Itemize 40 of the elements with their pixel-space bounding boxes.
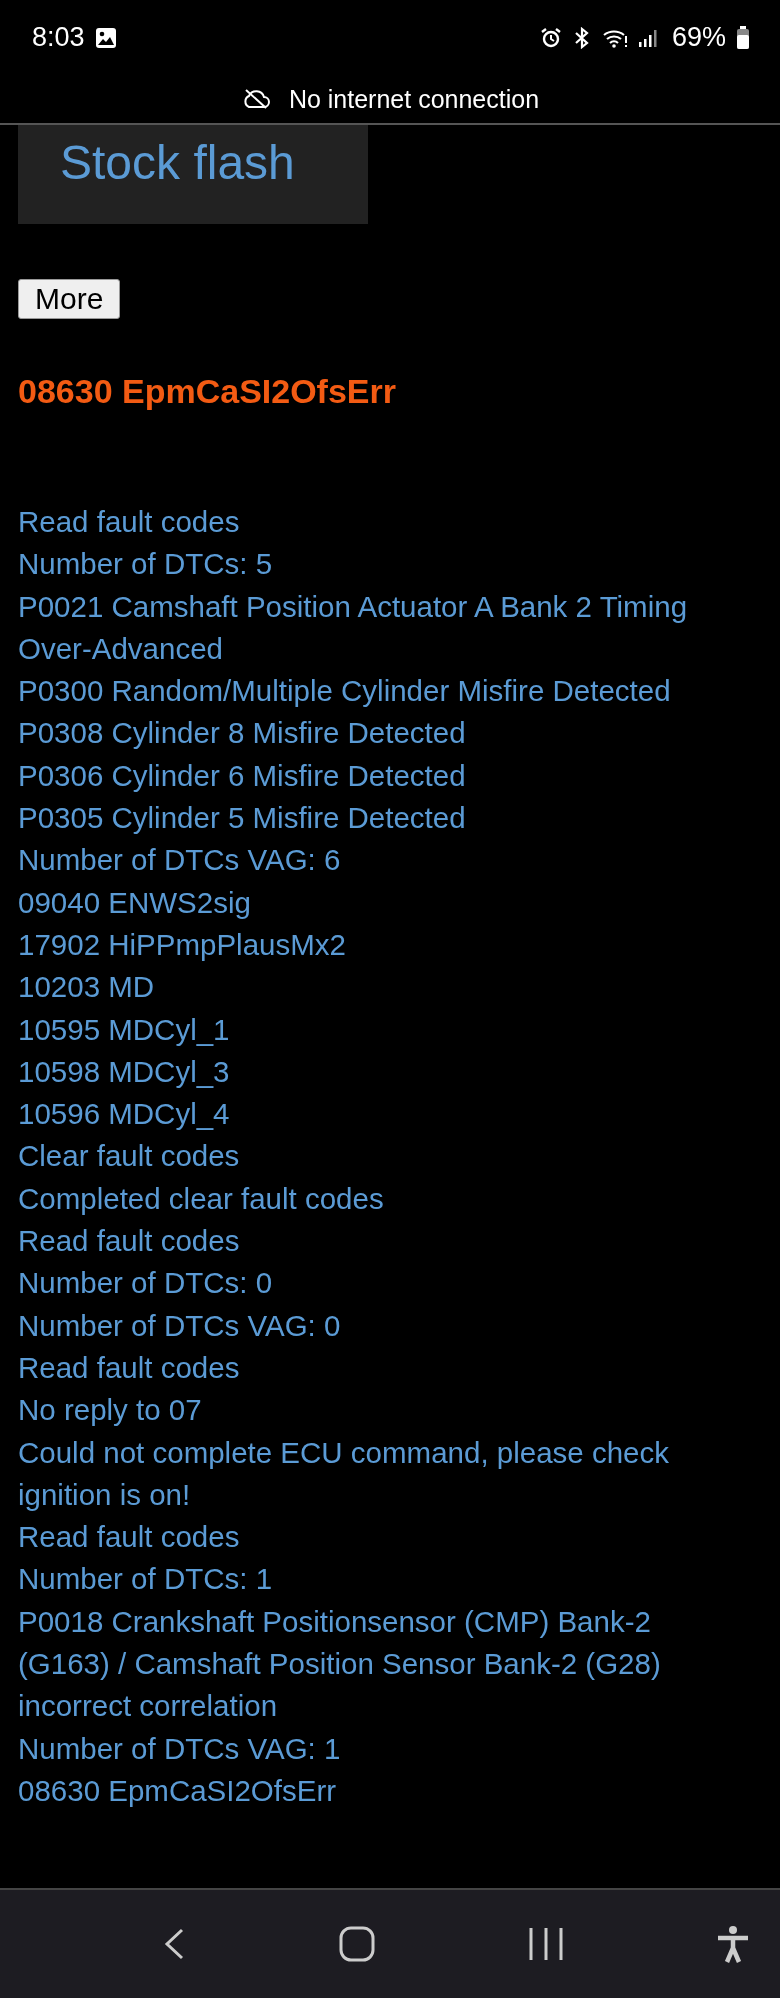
accessibility-icon[interactable]: [716, 1925, 750, 1963]
home-icon[interactable]: [338, 1925, 376, 1963]
log-line: P0021 Camshaft Position Actuator A Bank 2 Timing Over-Advanced: [18, 588, 689, 667]
no-internet-text: No internet connection: [288, 84, 540, 114]
log-line: Number of DTCs VAG: 1: [18, 1730, 342, 1767]
battery-percentage: 69%: [671, 22, 726, 53]
log-line: P0018 Crankshaft Positionsensor (CMP) Bank-2 (G163) / Camshaft Position Sensor Bank-2 (G28) incorrect correlation: [18, 1603, 662, 1725]
log-line: P0300 Random/Multiple Cylinder Misfire Detected: [18, 673, 672, 710]
log-line: 09040 ENWS2sig: [18, 884, 252, 921]
log-line: P0308 Cylinder 8 Misfire Detected: [18, 715, 467, 752]
log-line: Number of DTCs: 0: [18, 1265, 274, 1302]
log-line: 10598 MDCyl_3: [18, 1053, 231, 1090]
log-line: Read fault codes: [18, 1519, 241, 1556]
log-line: Could not complete ECU command, please check ignition is on!: [18, 1434, 670, 1513]
more-button[interactable]: More: [18, 279, 121, 319]
log-line: Number of DTCs: 1: [18, 1561, 274, 1598]
gallery-icon: [94, 26, 117, 49]
log-line: No reply to 07: [18, 1392, 203, 1429]
recent-apps-icon[interactable]: [528, 1926, 564, 1962]
log-line: Read fault codes: [18, 504, 241, 540]
log-line: 10203 MD: [18, 969, 156, 1006]
battery-icon: [736, 25, 750, 50]
log-line: Read fault codes: [18, 1223, 241, 1260]
log-line: P0306 Cylinder 6 Misfire Detected: [18, 757, 467, 794]
log-line: P0305 Cylinder 5 Misfire Detected: [18, 800, 467, 837]
log-line: 10596 MDCyl_4: [18, 1096, 231, 1133]
fault-code-heading: 08630 EpmCaSI2OfsErr: [18, 371, 397, 412]
log-line: Number of DTCs VAG: 6: [18, 842, 342, 879]
alarm-icon: [539, 26, 562, 49]
log-line: 17902 HiPPmpPlausMx2: [18, 926, 347, 963]
log-line: 10595 MDCyl_1: [18, 1011, 231, 1048]
log-line: Number of DTCs: 5: [18, 546, 274, 583]
log-line: Completed clear fault codes: [18, 1180, 385, 1217]
stock-flash-button[interactable]: Stock flash: [18, 125, 368, 224]
log-line: Read fault codes: [18, 1349, 241, 1386]
back-icon[interactable]: [162, 1926, 186, 1962]
log-line: Clear fault codes: [18, 1138, 241, 1175]
log-line: 08630 EpmCaSI2OfsErr: [18, 1772, 338, 1809]
status-time: 8:03: [32, 22, 85, 53]
log-line: Number of DTCs VAG: 0: [18, 1307, 342, 1344]
